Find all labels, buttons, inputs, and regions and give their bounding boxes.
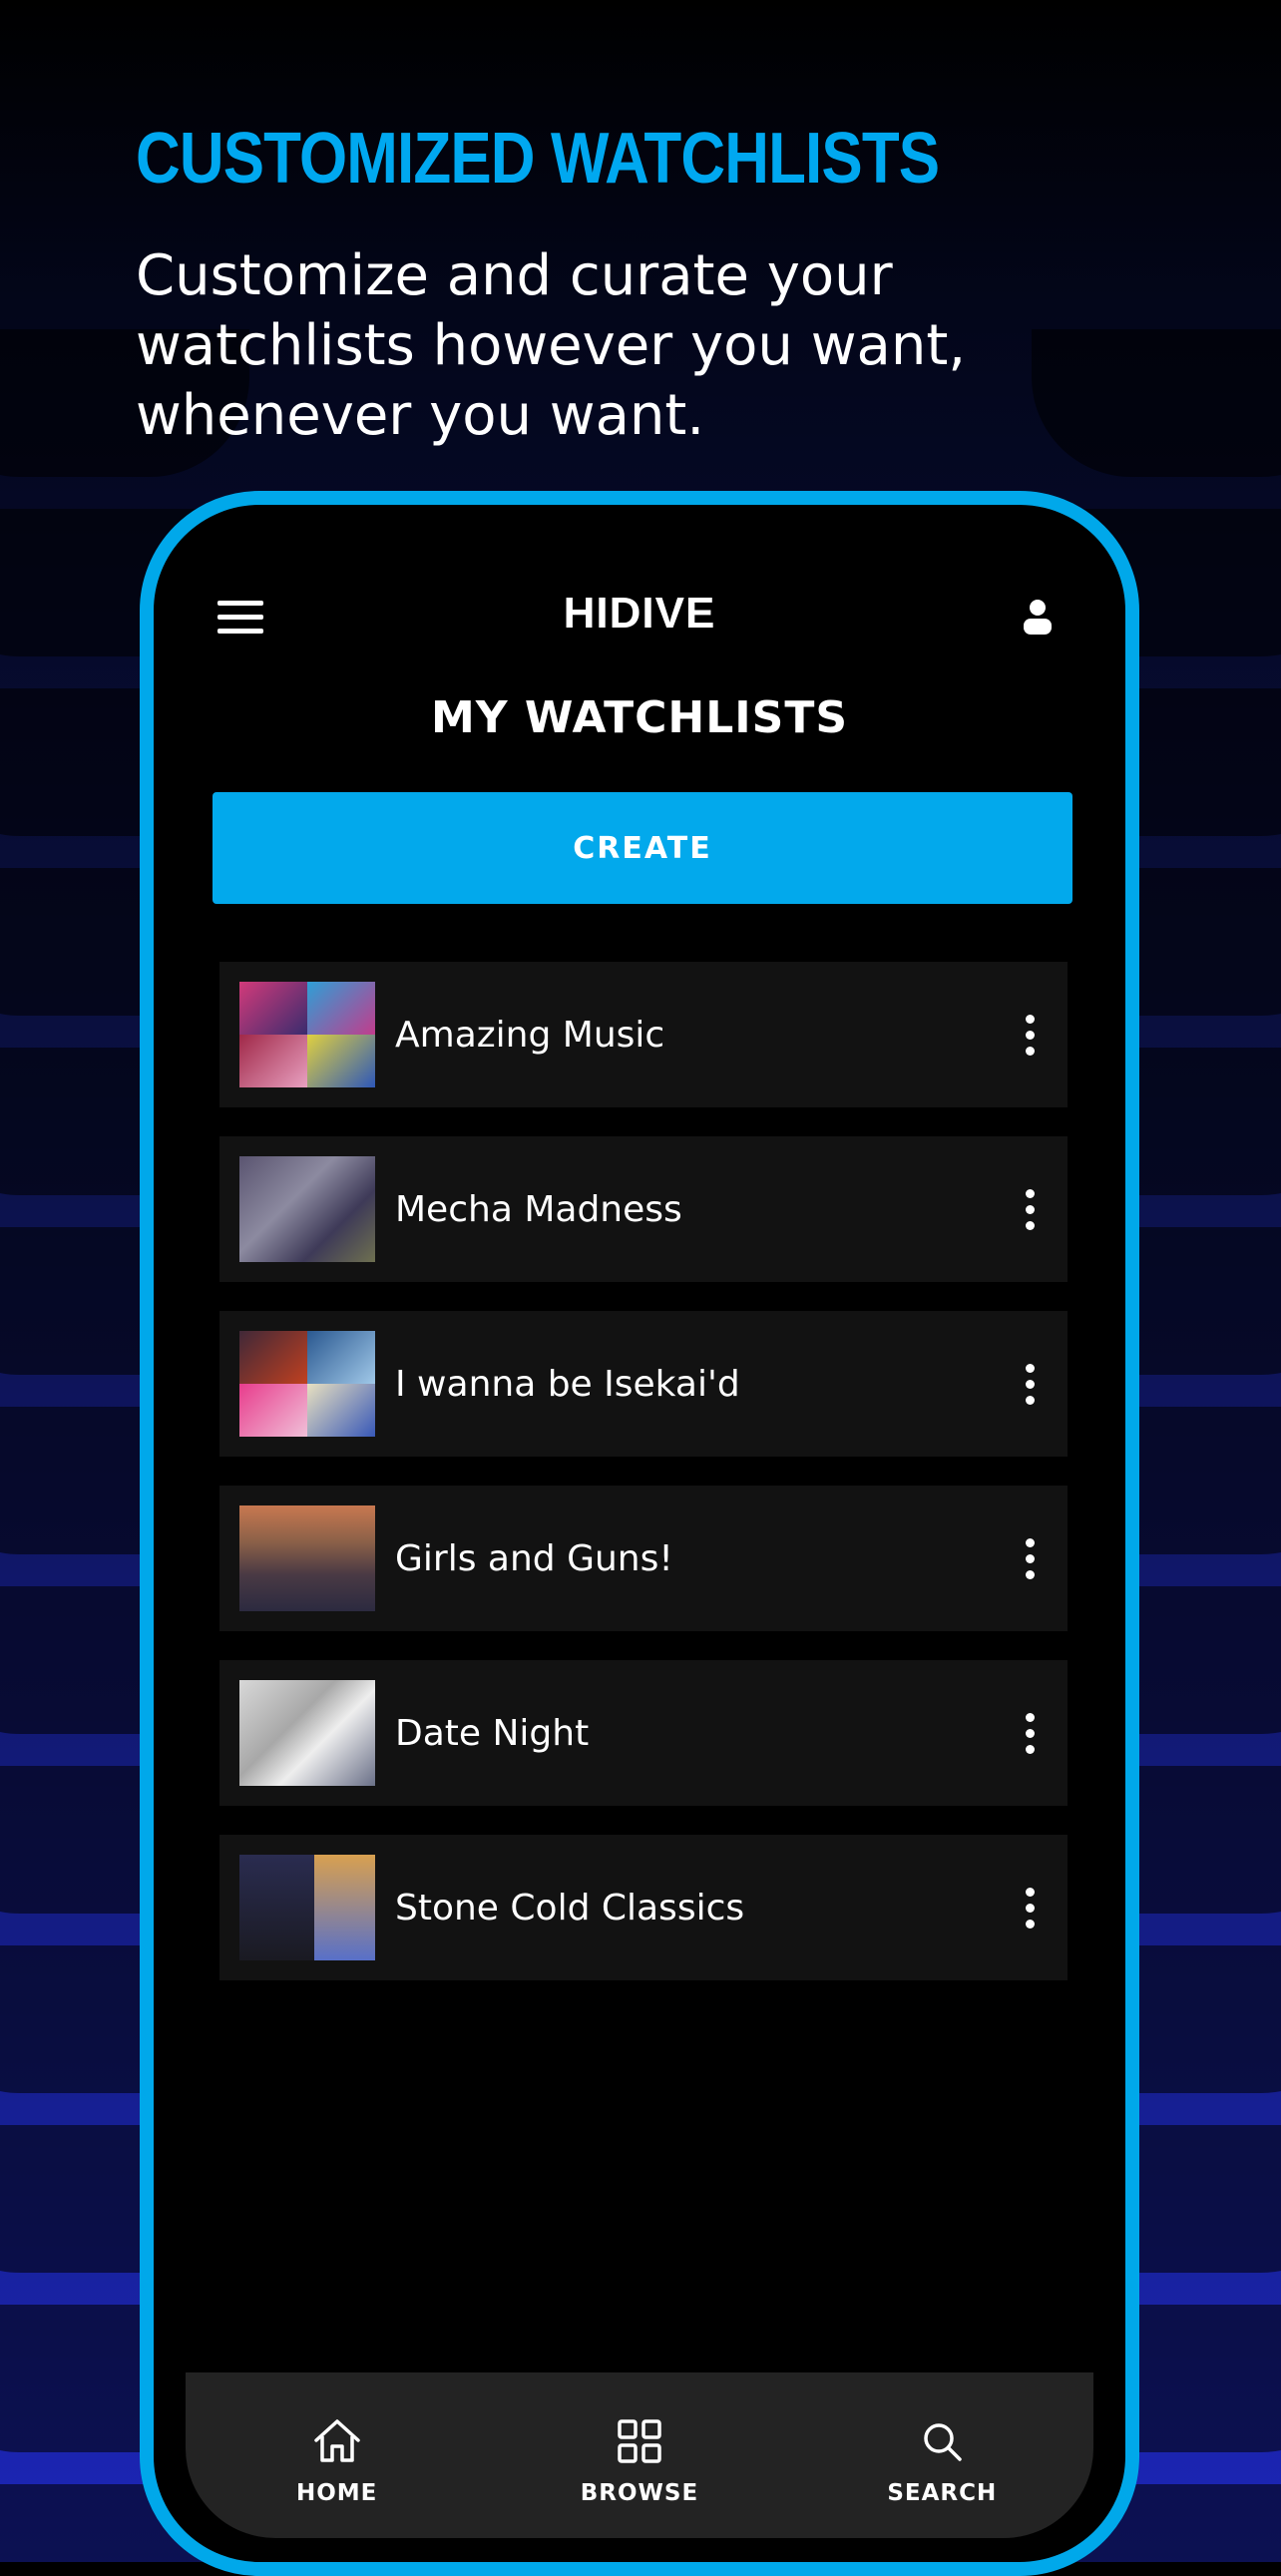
- watchlist-thumbnail: [239, 1156, 375, 1262]
- more-options-icon[interactable]: [1010, 1005, 1050, 1065]
- watchlist-list: Amazing Music Mecha Madness I wanna be I…: [219, 962, 1068, 2009]
- more-options-icon[interactable]: [1010, 1703, 1050, 1763]
- watchlist-label: I wanna be Isekai'd: [395, 1363, 740, 1405]
- search-icon: [924, 2423, 963, 2461]
- user-icon[interactable]: [1022, 597, 1054, 637]
- watchlist-item[interactable]: Stone Cold Classics: [219, 1835, 1068, 1980]
- watchlist-thumbnail: [239, 1855, 375, 1960]
- watchlist-thumbnail: [239, 1331, 375, 1437]
- nav-browse[interactable]: BROWSE: [540, 2404, 739, 2506]
- nav-search-label: SEARCH: [887, 2480, 998, 2506]
- app-header: HIDIVE: [162, 513, 1117, 652]
- grid-icon: [618, 2419, 661, 2463]
- watchlist-thumbnail: [239, 1505, 375, 1611]
- watchlist-label: Stone Cold Classics: [395, 1887, 745, 1929]
- nav-search[interactable]: SEARCH: [842, 2404, 1042, 2506]
- watchlist-item[interactable]: Amazing Music: [219, 962, 1068, 1107]
- more-options-icon[interactable]: [1010, 1354, 1050, 1414]
- more-options-icon[interactable]: [1010, 1878, 1050, 1937]
- home-icon: [313, 2419, 360, 2462]
- page-title: MY WATCHLISTS: [430, 692, 849, 743]
- hidive-logo: HIDIVE: [563, 589, 716, 638]
- watchlist-label: Amazing Music: [395, 1014, 665, 1056]
- nav-home[interactable]: HOME: [237, 2404, 437, 2506]
- watchlist-label: Date Night: [395, 1712, 590, 1754]
- watchlist-item[interactable]: Mecha Madness: [219, 1136, 1068, 1282]
- app-screen: HIDIVE MY WATCHLISTS CREATE Amazing Musi…: [162, 513, 1117, 2554]
- watchlist-item[interactable]: Date Night: [219, 1660, 1068, 1806]
- watchlist-thumbnail: [239, 1680, 375, 1786]
- watchlist-label: Girls and Guns!: [395, 1537, 673, 1579]
- bottom-navigation: HOME BROWSE SEARCH: [186, 2372, 1093, 2538]
- more-options-icon[interactable]: [1010, 1528, 1050, 1588]
- more-options-icon[interactable]: [1010, 1179, 1050, 1239]
- promo-subheading: Customize and curate your watchlists how…: [136, 243, 967, 448]
- watchlist-label: Mecha Madness: [395, 1188, 682, 1230]
- watchlist-thumbnail: [239, 982, 375, 1087]
- create-watchlist-button[interactable]: CREATE: [213, 792, 1072, 904]
- watchlist-item[interactable]: I wanna be Isekai'd: [219, 1311, 1068, 1457]
- phone-frame: HIDIVE MY WATCHLISTS CREATE Amazing Musi…: [140, 491, 1139, 2576]
- watchlist-item[interactable]: Girls and Guns!: [219, 1486, 1068, 1631]
- nav-browse-label: BROWSE: [580, 2480, 699, 2506]
- nav-home-label: HOME: [295, 2480, 378, 2506]
- promo-heading: CUSTOMIZED WATCHLISTS: [136, 119, 940, 199]
